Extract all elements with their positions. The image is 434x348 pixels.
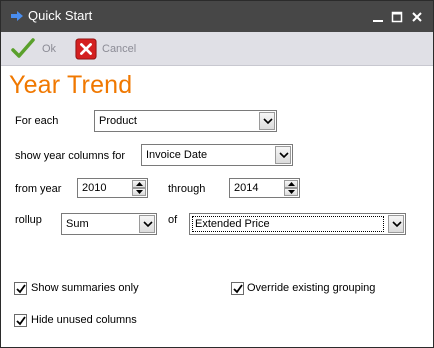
of-field-select[interactable]: Extended Price xyxy=(189,213,406,235)
override-grouping-label[interactable]: Override existing grouping xyxy=(247,282,375,294)
of-label: of xyxy=(168,214,178,226)
minimize-icon[interactable] xyxy=(370,9,386,25)
override-grouping-checkbox[interactable] xyxy=(231,282,244,295)
for-each-select[interactable]: Product xyxy=(94,110,277,132)
close-icon[interactable] xyxy=(409,9,425,25)
chevron-down-icon[interactable] xyxy=(259,112,275,130)
hide-unused-label[interactable]: Hide unused columns xyxy=(31,314,137,326)
year-columns-value: Invoice Date xyxy=(146,149,208,161)
arrow-right-icon xyxy=(11,11,23,21)
hide-unused-checkbox[interactable] xyxy=(14,314,27,327)
ok-button[interactable]: Ok xyxy=(11,37,61,61)
quick-start-window: Quick Start Ok Cancel Year Trend For eac… xyxy=(0,0,434,348)
chevron-down-icon[interactable] xyxy=(388,215,404,233)
spin-down-icon[interactable] xyxy=(284,188,298,196)
checkmark-icon xyxy=(11,38,35,58)
through-year-value[interactable]: 2014 xyxy=(234,182,258,194)
spin-down-icon[interactable] xyxy=(132,188,146,196)
ok-label: Ok xyxy=(42,43,57,55)
rollup-value: Sum xyxy=(66,218,89,230)
through-year-stepper[interactable]: 2014 xyxy=(229,178,300,198)
chevron-down-icon[interactable] xyxy=(275,146,291,164)
show-summaries-checkbox[interactable] xyxy=(14,282,27,295)
rollup-select[interactable]: Sum xyxy=(61,213,157,235)
show-summaries-label[interactable]: Show summaries only xyxy=(31,282,139,294)
window-title: Quick Start xyxy=(28,8,93,23)
toolbar: Ok Cancel xyxy=(1,32,433,66)
year-columns-select[interactable]: Invoice Date xyxy=(141,144,293,166)
cancel-button[interactable]: Cancel xyxy=(75,37,145,61)
title-bar: Quick Start xyxy=(1,1,433,32)
page-title: Year Trend xyxy=(9,71,133,99)
from-year-label: from year xyxy=(15,183,62,195)
cancel-x-icon xyxy=(75,38,97,60)
from-year-value[interactable]: 2010 xyxy=(82,182,106,194)
checkmark-icon xyxy=(16,316,26,326)
checkmark-icon xyxy=(16,284,26,294)
spin-up-icon[interactable] xyxy=(132,180,146,188)
maximize-icon[interactable] xyxy=(389,9,405,25)
year-columns-label: show year columns for xyxy=(15,150,126,162)
chevron-down-icon[interactable] xyxy=(139,215,155,233)
spin-up-icon[interactable] xyxy=(284,180,298,188)
of-field-value: Extended Price xyxy=(192,216,384,232)
cancel-label: Cancel xyxy=(102,43,137,55)
from-year-stepper[interactable]: 2010 xyxy=(77,178,148,198)
for-each-label: For each xyxy=(15,115,59,127)
rollup-label: rollup xyxy=(15,214,42,226)
for-each-value: Product xyxy=(99,115,137,127)
through-label: through xyxy=(168,183,206,195)
checkmark-icon xyxy=(233,284,243,294)
